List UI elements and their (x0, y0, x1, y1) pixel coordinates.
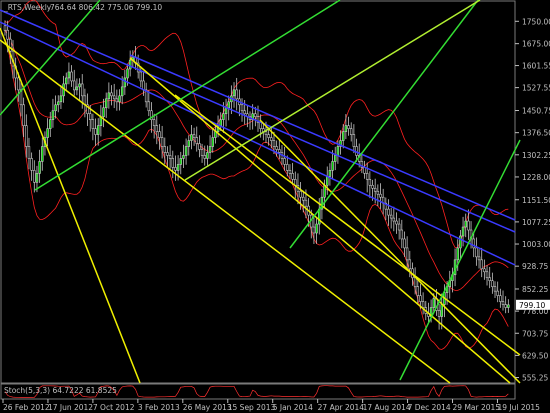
x-tick-label: 27 Apr 2014 (318, 403, 365, 412)
y-tick-label: 928.75 (522, 262, 548, 271)
y-tick-label: 1675.00 (522, 40, 550, 49)
last-price-value: 799.10 (519, 301, 545, 310)
y-tick-label: 1527.55 (522, 84, 550, 93)
symbol-label: _RTS,Weekly (3, 3, 52, 12)
x-tick-label: 17 Aug 2014 (363, 403, 411, 412)
price-chart[interactable]: 1750.00 1675.00 1601.55 1527.55 1450.75 1376.… (0, 0, 550, 413)
x-tick-label: 26 May 2013 (183, 403, 232, 412)
y-tick-label: 852.25 (522, 285, 548, 294)
stoch-label: Stoch(5,3,3) 64.7222 61.8525 (4, 386, 117, 395)
y-tick-label: 555.25 (522, 374, 548, 383)
y-tick-label: 1601.55 (522, 62, 550, 71)
y-tick-label: 629.50 (522, 351, 548, 360)
x-tick-label: 17 Jun 2012 (48, 403, 93, 412)
y-tick-label: 703.75 (522, 329, 548, 338)
y-tick-label: 1750.00 (522, 17, 550, 26)
chart-window: 1750.00 1675.00 1601.55 1527.55 1450.75 1376.… (0, 0, 550, 413)
x-tick-label: 29 Mar 2015 (453, 403, 501, 412)
x-tick-label: 5 Jan 2014 (273, 403, 313, 412)
x-tick-label: 7 Oct 2012 (93, 403, 135, 412)
y-tick-label: 1302.25 (522, 151, 550, 160)
x-tick-label: 3 Feb 2013 (138, 403, 180, 412)
x-tick-label: 19 Jul 2015 (497, 403, 540, 412)
x-tick-label: 26 Feb 2012 (3, 403, 50, 412)
time-axis: 26 Feb 201217 Jun 2012 7 Oct 2012 3 Feb 20… (2, 399, 540, 412)
last-price-marker: 799.10 (516, 299, 550, 310)
x-tick-label: 15 Sep 2013 (228, 403, 276, 412)
y-tick-label: 1077.25 (522, 218, 550, 227)
price-axis: 1750.00 1675.00 1601.55 1527.55 1450.75 1376.… (515, 17, 550, 383)
ohlc-label: 764.64 806.42 775.06 799.10 (50, 3, 162, 12)
y-tick-label: 1450.75 (522, 107, 550, 116)
y-tick-label: 1228.00 (522, 173, 550, 182)
y-tick-label: 1151.50 (522, 196, 550, 205)
y-tick-label: 1003.00 (522, 240, 550, 249)
x-tick-label: 7 Dec 2014 (408, 403, 451, 412)
y-tick-label: 1376.50 (522, 129, 550, 138)
